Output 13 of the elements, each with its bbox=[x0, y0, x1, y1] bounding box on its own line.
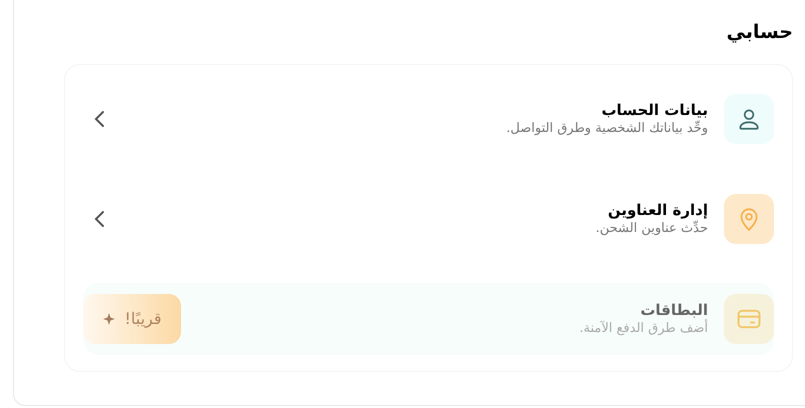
item-subtitle: حدِّث عناوين الشحن. bbox=[594, 220, 708, 238]
section-title: حسابي bbox=[725, 20, 793, 45]
menu-row[interactable]: إدارة العناوين حدِّث عناوين الشحن. bbox=[83, 183, 774, 255]
coming-soon-badge: قريبًا! bbox=[83, 294, 181, 344]
item-title: البطاقات bbox=[639, 300, 708, 319]
sparkle-icon bbox=[102, 312, 116, 326]
menu-row[interactable]: بيانات الحساب وحِّد بياناتك الشخصية وطرق التواصل. bbox=[83, 83, 774, 155]
item-title: بيانات الحساب bbox=[600, 100, 708, 120]
chevron-left-icon bbox=[93, 208, 107, 230]
item-subtitle: أضف طرق الدفع الآمنة. bbox=[578, 320, 708, 338]
item-title: إدارة العناوين bbox=[606, 200, 708, 220]
chevron-left-icon bbox=[93, 108, 107, 130]
item-subtitle: وحِّد بياناتك الشخصية وطرق التواصل. bbox=[505, 120, 708, 138]
